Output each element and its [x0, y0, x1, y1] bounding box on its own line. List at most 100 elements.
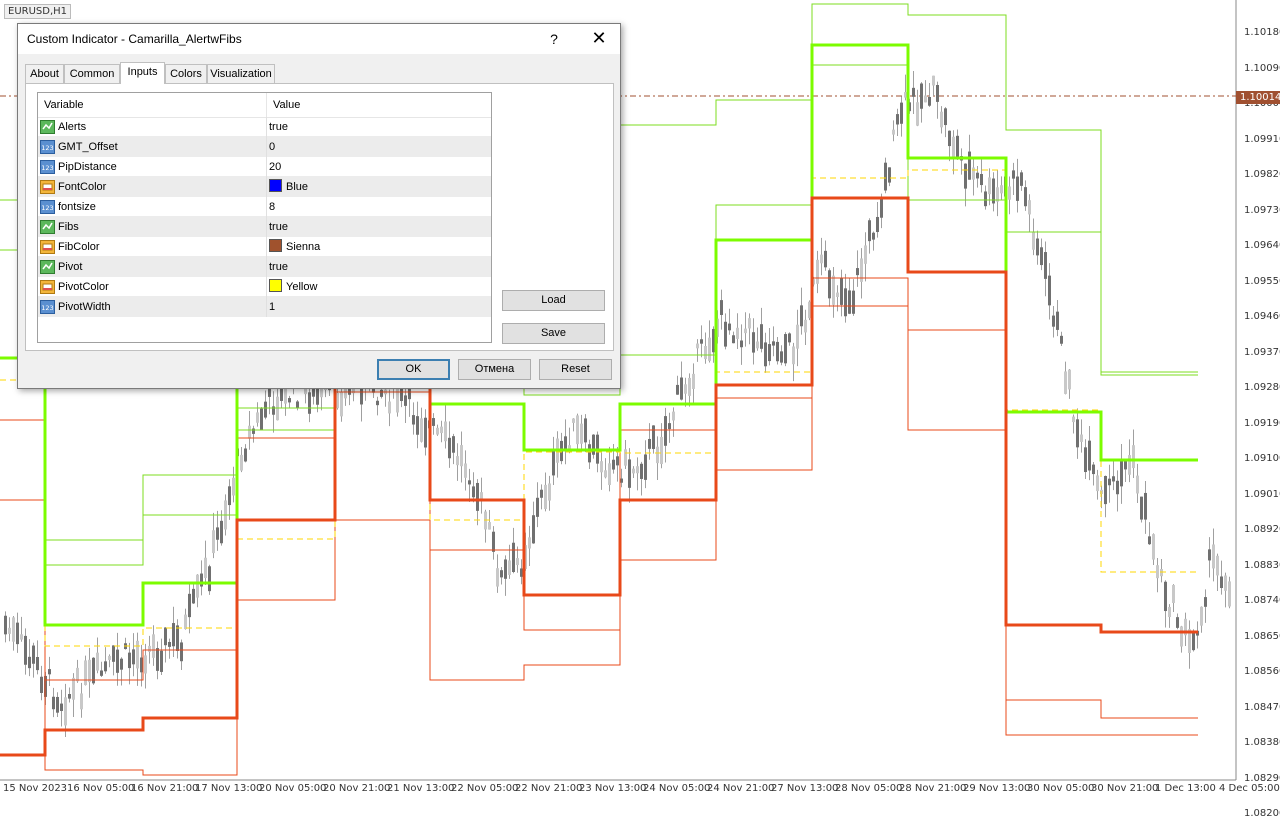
- input-value-cell[interactable]: Sienna: [266, 237, 491, 257]
- candle-body: [1192, 630, 1195, 651]
- candle-body: [296, 401, 299, 408]
- input-value-cell[interactable]: 20: [266, 157, 491, 177]
- input-value-text: true: [269, 221, 288, 233]
- save-button[interactable]: Save: [502, 323, 605, 344]
- input-value-cell[interactable]: true: [266, 217, 491, 237]
- column-header-variable[interactable]: Variable: [38, 93, 266, 117]
- input-row-pivot[interactable]: Pivot true: [38, 257, 491, 277]
- candle-body: [888, 167, 891, 183]
- input-value-cell[interactable]: 0: [266, 137, 491, 157]
- candle-body: [72, 677, 75, 700]
- candle-body: [1148, 536, 1151, 545]
- candle-body: [752, 332, 755, 353]
- time-tick-label: 21 Nov 13:00: [387, 783, 455, 794]
- candle-body: [648, 438, 651, 449]
- input-value-text: 20: [269, 161, 282, 173]
- inputs-grid[interactable]: Variable Value Alerts true 123 GMT_Offset 0 1…: [37, 92, 492, 343]
- candle-body: [1212, 544, 1215, 569]
- load-button[interactable]: Load: [502, 290, 605, 311]
- dialog-titlebar[interactable]: Custom Indicator - Camarilla_AlertwFibs …: [18, 24, 620, 54]
- input-row-pivotwidth[interactable]: 123 PivotWidth 1: [38, 297, 491, 317]
- candle-body: [1124, 460, 1127, 470]
- price-tick-label: 1.09190: [1244, 417, 1280, 429]
- candle-body: [1144, 492, 1147, 520]
- candle-body: [540, 489, 543, 498]
- candle-body: [516, 558, 519, 566]
- candle-body: [700, 339, 703, 344]
- input-row-pipdistance[interactable]: 123 PipDistance 20: [38, 157, 491, 177]
- candle-body: [508, 560, 511, 575]
- tab-visualization[interactable]: Visualization: [207, 64, 275, 83]
- reset-button[interactable]: Reset: [539, 359, 612, 380]
- candle-body: [216, 527, 219, 540]
- input-value-text: Blue: [286, 181, 309, 193]
- input-value-cell[interactable]: 1: [266, 297, 491, 317]
- color-icon: [40, 240, 55, 254]
- time-tick-label: 16 Nov 05:00: [67, 783, 135, 794]
- candle-body: [796, 324, 799, 349]
- candle-body: [1180, 626, 1183, 647]
- tab-common[interactable]: Common: [64, 64, 120, 83]
- cancel-button[interactable]: Отмена: [458, 359, 531, 380]
- candle-body: [1104, 475, 1107, 505]
- candle-body: [472, 486, 475, 498]
- svg-text:123: 123: [41, 144, 53, 152]
- candle-body: [692, 373, 695, 389]
- input-row-fontcolor[interactable]: FontColor Blue: [38, 177, 491, 197]
- candle-body: [1032, 232, 1035, 250]
- input-value-cell[interactable]: Blue: [266, 177, 491, 197]
- candle-body: [340, 391, 343, 417]
- time-tick-label: 27 Nov 13:00: [771, 783, 839, 794]
- candle-body: [80, 693, 83, 710]
- candle-body: [28, 656, 31, 669]
- candle-body: [816, 259, 819, 284]
- input-row-gmt_offset[interactable]: 123 GMT_Offset 0: [38, 137, 491, 157]
- candle-body: [192, 588, 195, 604]
- tab-about[interactable]: About: [25, 64, 64, 83]
- candle-body: [592, 434, 595, 455]
- candle-body: [604, 470, 607, 478]
- input-value-cell[interactable]: true: [266, 117, 491, 137]
- tab-colors[interactable]: Colors: [165, 64, 207, 83]
- candle-body: [172, 623, 175, 647]
- candle-body: [1152, 534, 1155, 560]
- input-value-cell[interactable]: Yellow: [266, 277, 491, 297]
- candle-body: [136, 640, 139, 669]
- input-row-fibcolor[interactable]: FibColor Sienna: [38, 237, 491, 257]
- candle-body: [200, 573, 203, 587]
- help-button[interactable]: ?: [542, 26, 566, 52]
- candle-body: [1132, 445, 1135, 469]
- time-tick-label: 20 Nov 05:00: [259, 783, 327, 794]
- close-icon[interactable]: ✕: [584, 26, 614, 52]
- candle-body: [836, 292, 839, 298]
- ok-button[interactable]: OK: [377, 359, 450, 380]
- input-row-fibs[interactable]: Fibs true: [38, 217, 491, 237]
- candle-body: [132, 649, 135, 665]
- candle-body: [184, 614, 187, 630]
- candle-body: [1160, 569, 1163, 577]
- input-row-alerts[interactable]: Alerts true: [38, 117, 491, 137]
- candle-body: [84, 660, 87, 686]
- candle-body: [432, 418, 435, 426]
- candle-body: [88, 659, 91, 683]
- candle-body: [1020, 172, 1023, 186]
- number-icon: 123: [40, 160, 55, 174]
- tab-inputs[interactable]: Inputs: [120, 62, 165, 84]
- input-value-cell[interactable]: 8: [266, 197, 491, 217]
- input-row-pivotcolor[interactable]: PivotColor Yellow: [38, 277, 491, 297]
- candle-body: [732, 335, 735, 344]
- candle-body: [252, 428, 255, 434]
- time-tick-label: 30 Nov 21:00: [1091, 783, 1159, 794]
- column-header-value[interactable]: Value: [266, 93, 491, 117]
- candle-body: [780, 351, 783, 363]
- candle-body: [504, 559, 507, 579]
- candle-body: [760, 324, 763, 349]
- candle-body: [1156, 565, 1159, 579]
- input-row-fontsize[interactable]: 123 fontsize 8: [38, 197, 491, 217]
- price-tick-label: 1.08650: [1244, 630, 1280, 642]
- candle-body: [788, 333, 791, 343]
- candle-body: [968, 151, 971, 180]
- candle-body: [260, 408, 263, 430]
- input-value-cell[interactable]: true: [266, 257, 491, 277]
- input-value-text: true: [269, 261, 288, 273]
